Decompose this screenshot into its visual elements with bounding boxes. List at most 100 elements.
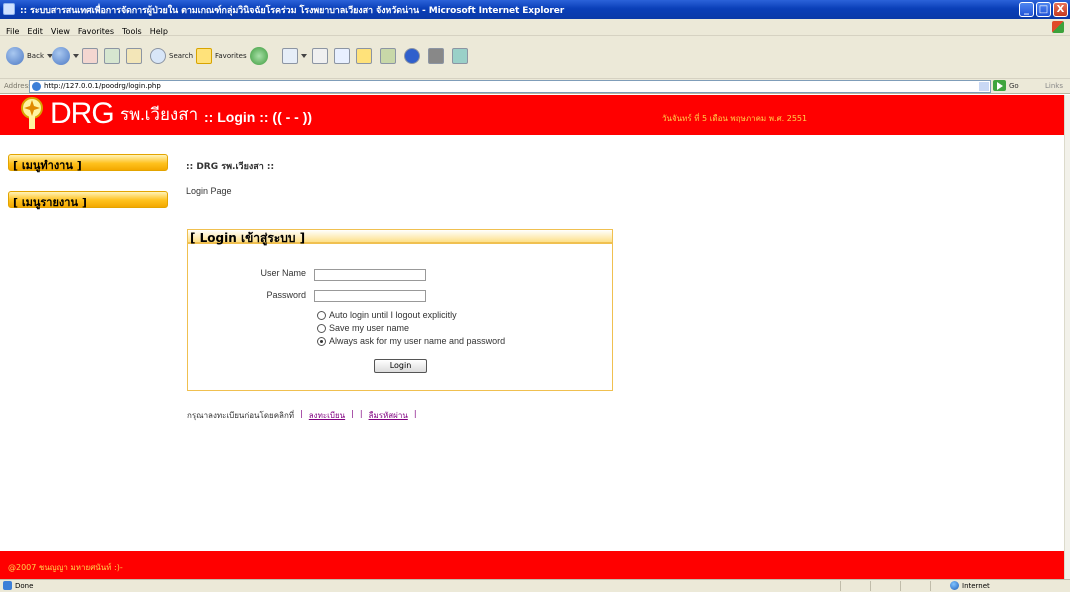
ie-app-icon: [3, 3, 15, 15]
search-label: Search: [169, 52, 194, 60]
search-icon: [150, 48, 166, 64]
favorites-star-icon: [196, 48, 212, 64]
link-separator: |: [351, 409, 354, 418]
window-title: :: ระบบสารสนเทศเพื่อการจัดการผู้ป่วยใน ต…: [20, 6, 565, 16]
history-button[interactable]: [250, 41, 268, 71]
back-button[interactable]: Back: [6, 41, 53, 71]
forward-button[interactable]: [52, 41, 79, 71]
status-divider: [900, 581, 901, 591]
edit-button[interactable]: [334, 41, 350, 71]
research-icon: [380, 48, 396, 64]
radio-save-username[interactable]: [317, 323, 326, 333]
close-button[interactable]: X: [1053, 2, 1068, 17]
folder-icon: [356, 48, 372, 64]
header-date: วันจันทร์ ที่ 5 เดือน พฤษภาคม พ.ศ. 2551: [662, 114, 808, 123]
tools-icon: [452, 48, 468, 64]
favorites-button[interactable]: Favorites: [196, 41, 247, 71]
login-panel-header: [ Login เข้าสู่ระบบ ]: [188, 230, 612, 245]
address-label: Address: [4, 82, 32, 90]
register-link[interactable]: ลงทะเบียน: [309, 409, 345, 422]
menu-view[interactable]: View: [47, 24, 74, 36]
option-always-ask-label: Always ask for my user name and password: [329, 336, 506, 346]
link-separator: |: [300, 409, 303, 418]
go-label: Go: [1009, 81, 1019, 90]
forward-dropdown-icon: [73, 54, 79, 58]
address-url: http://127.0.0.1/poodrg/login.php: [44, 82, 161, 90]
mail-icon: [282, 48, 298, 64]
favorites-label: Favorites: [215, 52, 247, 60]
web-page: DRG รพ.เวียงสา :: Login :: (( - - )) วัน…: [0, 95, 1064, 579]
edit-icon: [334, 48, 350, 64]
links-button[interactable]: Links: [1045, 82, 1063, 90]
stop-icon: [82, 48, 98, 64]
mail-button[interactable]: [282, 41, 307, 71]
back-arrow-icon: [6, 47, 24, 65]
page-title: :: Login :: (( - - )): [204, 109, 313, 125]
address-dropdown-icon[interactable]: [979, 82, 989, 91]
breadcrumb: :: DRG รพ.เวียงสา ::: [186, 162, 275, 172]
home-button[interactable]: [126, 41, 142, 71]
bluetooth-button[interactable]: [404, 41, 420, 71]
page-done-icon: [3, 581, 12, 590]
login-button[interactable]: Login: [374, 359, 427, 373]
username-label: User Name: [260, 268, 306, 278]
messenger-icon: [428, 48, 444, 64]
menu-file[interactable]: File: [0, 24, 23, 36]
password-input[interactable]: [314, 290, 426, 302]
option-always-ask[interactable]: Always ask for my user name and password: [317, 336, 505, 346]
status-divider: [870, 581, 871, 591]
menu-bar: File Edit View Favorites Tools Help: [0, 19, 1070, 36]
search-button[interactable]: Search: [150, 41, 193, 71]
register-prompt: กรุณาลงทะเบียนก่อนโดยคลิกที่: [187, 411, 295, 420]
folder-button[interactable]: [356, 41, 372, 71]
sidebar-item-work-menu[interactable]: [ เมนูทำงาน ]: [8, 154, 168, 172]
option-auto-login-label: Auto login until I logout explicitly: [329, 310, 457, 320]
radio-always-ask[interactable]: [317, 336, 326, 346]
messenger-button[interactable]: [428, 41, 444, 71]
menu-edit[interactable]: Edit: [23, 24, 47, 36]
page-footer: @2007 ชนญญา มหายศนันท์ :)-: [0, 551, 1064, 579]
stop-button[interactable]: [82, 41, 98, 71]
login-panel: [ Login เข้าสู่ระบบ ] User Name Password…: [187, 229, 613, 391]
vertical-scrollbar[interactable]: [1064, 95, 1070, 579]
menu-favorites[interactable]: Favorites: [74, 24, 118, 36]
sidebar-item-report-menu[interactable]: [ เมนูรายงาน ]: [8, 191, 168, 209]
zone-text: Internet: [962, 581, 990, 590]
tools-button[interactable]: [452, 41, 468, 71]
logo-subtitle: รพ.เวียงสา: [120, 105, 199, 124]
page-header: DRG รพ.เวียงสา :: Login :: (( - - )) วัน…: [0, 95, 1064, 135]
toolbar: Back Search Favorites: [0, 36, 1070, 79]
option-save-username-label: Save my user name: [329, 323, 410, 333]
refresh-button[interactable]: [104, 41, 120, 71]
bluetooth-icon: [404, 48, 420, 64]
username-input[interactable]: [314, 269, 426, 281]
hospital-emblem-icon: [21, 97, 43, 129]
history-icon: [250, 47, 268, 65]
address-bar: Address http://127.0.0.1/poodrg/login.ph…: [0, 79, 1070, 94]
status-zone: Internet: [950, 581, 990, 590]
home-icon: [126, 48, 142, 64]
option-save-username[interactable]: Save my user name: [317, 323, 409, 333]
address-input[interactable]: http://127.0.0.1/poodrg/login.php: [29, 80, 991, 93]
status-divider: [840, 581, 841, 591]
research-button[interactable]: [380, 41, 396, 71]
menu-help[interactable]: Help: [146, 24, 172, 36]
forward-arrow-icon: [52, 47, 70, 65]
login-panel-title: [ Login เข้าสู่ระบบ ]: [190, 231, 306, 245]
minimize-button[interactable]: _: [1019, 2, 1034, 17]
password-label: Password: [266, 290, 306, 300]
print-button[interactable]: [312, 41, 328, 71]
forgot-password-link[interactable]: ลืมรหัสผ่าน: [369, 409, 408, 422]
radio-auto-login[interactable]: [317, 310, 326, 320]
option-auto-login[interactable]: Auto login until I logout explicitly: [317, 310, 457, 320]
link-separator: |: [359, 409, 363, 418]
maximize-button[interactable]: □: [1036, 2, 1051, 17]
menu-tools[interactable]: Tools: [118, 24, 146, 36]
title-bar: :: ระบบสารสนเทศเพื่อการจัดการผู้ป่วยใน ต…: [0, 0, 1070, 19]
go-button[interactable]: Go: [993, 80, 1019, 91]
link-separator: |: [413, 409, 417, 418]
status-text: Done: [15, 581, 34, 590]
back-label: Back: [27, 52, 44, 60]
windows-logo-icon: [1052, 21, 1064, 33]
browser-window: :: ระบบสารสนเทศเพื่อการจัดการผู้ป่วยใน ต…: [0, 0, 1070, 592]
